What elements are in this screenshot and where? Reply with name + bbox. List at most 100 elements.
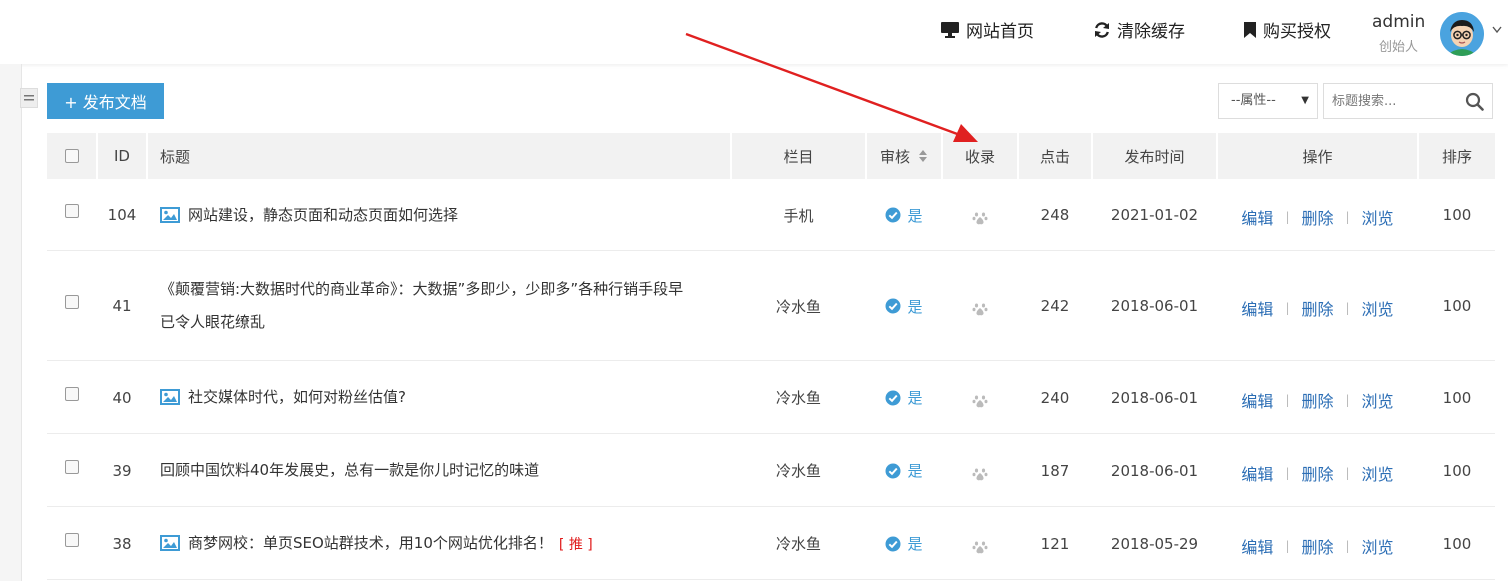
row-publish-date: 2018-06-01	[1110, 461, 1199, 480]
image-icon	[160, 535, 180, 551]
user-role: 创始人	[1379, 40, 1419, 55]
col-header-id[interactable]: ID	[98, 133, 146, 179]
nav-clear-cache[interactable]: 清除缓存	[1093, 17, 1185, 42]
select-all-checkbox[interactable]	[64, 149, 79, 163]
row-select-cell	[47, 179, 96, 251]
review-status[interactable]: 是	[885, 533, 923, 554]
header-select-all	[47, 133, 96, 179]
attribute-select[interactable]: --属性-- ▼	[1218, 83, 1318, 119]
delete-link[interactable]: 删除	[1301, 205, 1333, 229]
row-review-cell: 是	[867, 251, 941, 361]
col-header-indexed: 收录	[943, 133, 1017, 179]
row-id: 38	[112, 534, 132, 553]
title-search-input[interactable]	[1324, 84, 1454, 118]
row-sort-value[interactable]: 100	[1419, 179, 1495, 251]
row-review-cell: 是	[867, 179, 941, 251]
baidu-paw-icon[interactable]	[972, 301, 988, 317]
review-status-label: 是	[907, 206, 923, 225]
delete-link[interactable]: 删除	[1301, 296, 1333, 320]
review-status[interactable]: 是	[885, 387, 923, 408]
row-title-cell: 网站建设，静态页面和动态页面如何选择	[148, 179, 730, 251]
row-title-link[interactable]: 《颠覆营销:大数据时代的商业革命》：大数据”多即少，少即多”各种行销手段早	[160, 273, 683, 306]
row-checkbox[interactable]	[64, 532, 79, 547]
row-title-link-line2[interactable]: 已令人眼花缭乱	[160, 306, 683, 339]
nav-site-home[interactable]: 网站首页	[940, 17, 1034, 42]
row-review-cell: 是	[867, 434, 941, 507]
baidu-paw-icon[interactable]	[972, 210, 988, 226]
review-status-label: 是	[907, 535, 923, 553]
row-select-cell	[47, 361, 96, 434]
view-link[interactable]: 浏览	[1362, 296, 1394, 320]
edit-link[interactable]: 编辑	[1241, 534, 1273, 558]
row-actions-cell: 编辑 | 删除 | 浏览	[1218, 434, 1417, 507]
action-separator: |	[1345, 210, 1350, 224]
chevron-down-icon[interactable]	[1492, 26, 1502, 34]
edit-link[interactable]: 编辑	[1241, 205, 1273, 229]
row-title-text-block: 《颠覆营销:大数据时代的商业革命》：大数据”多即少，少即多”各种行销手段早 已令人…	[160, 273, 683, 339]
col-header-review-label: 审核	[879, 147, 910, 166]
row-review-cell: 是	[867, 361, 941, 434]
action-separator: |	[1285, 465, 1290, 480]
recommend-tag: [ 推 ]	[558, 536, 593, 553]
row-title-wrap: 回顾中国饮料40年发展史，总有一款是你儿时记忆的味道	[160, 454, 539, 487]
review-status[interactable]: 是	[885, 460, 923, 481]
row-checkbox[interactable]	[64, 386, 79, 401]
baidu-paw-icon[interactable]	[972, 466, 988, 482]
publish-document-button[interactable]: + 发布文档	[47, 83, 164, 119]
review-status[interactable]: 是	[885, 296, 923, 317]
view-link[interactable]: 浏览	[1362, 388, 1394, 412]
row-actions-cell: 编辑 | 删除 | 浏览	[1218, 507, 1417, 580]
image-icon	[160, 206, 180, 223]
check-circle-icon	[885, 536, 901, 551]
search-icon[interactable]	[1465, 92, 1484, 111]
view-link[interactable]: 浏览	[1362, 205, 1394, 229]
row-review-cell: 是	[867, 507, 941, 580]
delete-link[interactable]: 删除	[1301, 534, 1333, 558]
delete-link[interactable]: 删除	[1301, 461, 1333, 485]
row-sort-value[interactable]: 100	[1419, 507, 1495, 580]
col-header-review[interactable]: 审核	[867, 133, 941, 179]
review-status[interactable]: 是	[885, 205, 923, 226]
row-sort-value[interactable]: 100	[1419, 434, 1495, 507]
nav-buy-license[interactable]: 购买授权	[1243, 17, 1331, 42]
row-title-link[interactable]: 商梦网校：单页SEO站群技术，用10个网站优化排名！	[188, 527, 553, 560]
sidebar-toggle[interactable]	[20, 88, 38, 108]
action-separator: |	[1345, 465, 1350, 480]
row-checkbox[interactable]	[64, 204, 79, 218]
row-category: 冷水鱼	[775, 297, 821, 316]
avatar-face-icon	[1440, 12, 1484, 56]
row-category: 冷水鱼	[775, 462, 821, 480]
row-sort-value[interactable]: 100	[1419, 251, 1495, 361]
row-checkbox[interactable]	[64, 295, 79, 309]
top-header: 网站首页 清除缓存 购买授权 admin 创始人	[0, 0, 1508, 64]
row-title-wrap: 《颠覆营销:大数据时代的商业革命》：大数据”多即少，少即多”各种行销手段早 已令人…	[160, 273, 683, 339]
row-title-text-block: 网站建设，静态页面和动态页面如何选择	[188, 199, 458, 232]
view-link[interactable]: 浏览	[1362, 461, 1394, 485]
edit-link[interactable]: 编辑	[1241, 296, 1273, 320]
col-header-sort: 排序	[1419, 133, 1495, 179]
row-title-wrap: 商梦网校：单页SEO站群技术，用10个网站优化排名！ [ 推 ]	[160, 527, 593, 560]
sort-icon[interactable]	[918, 149, 928, 163]
baidu-paw-icon[interactable]	[972, 393, 988, 409]
row-title-link[interactable]: 社交媒体时代，如何对粉丝估值?	[188, 381, 406, 414]
attribute-select-value: --属性--	[1231, 93, 1276, 108]
image-icon	[160, 389, 180, 405]
nav-clear-cache-label: 清除缓存	[1117, 22, 1185, 42]
row-checkbox[interactable]	[64, 459, 79, 474]
row-actions: 编辑 | 删除 | 浏览	[1241, 205, 1393, 229]
baidu-paw-icon[interactable]	[972, 539, 988, 555]
edit-link[interactable]: 编辑	[1241, 461, 1273, 485]
col-header-clicks: 点击	[1019, 133, 1091, 179]
review-status-label: 是	[907, 297, 923, 316]
user-name[interactable]: admin	[1372, 12, 1425, 32]
nav-site-home-label: 网站首页	[966, 22, 1034, 42]
delete-link[interactable]: 删除	[1301, 388, 1333, 412]
edit-link[interactable]: 编辑	[1241, 388, 1273, 412]
user-avatar[interactable]	[1440, 12, 1484, 56]
row-title-link[interactable]: 网站建设，静态页面和动态页面如何选择	[188, 199, 458, 232]
row-sort-value[interactable]: 100	[1419, 361, 1495, 434]
row-publish-date: 2021-01-02	[1110, 206, 1199, 224]
review-status-label: 是	[907, 462, 923, 480]
view-link[interactable]: 浏览	[1362, 534, 1394, 558]
row-title-link[interactable]: 回顾中国饮料40年发展史，总有一款是你儿时记忆的味道	[160, 454, 539, 487]
